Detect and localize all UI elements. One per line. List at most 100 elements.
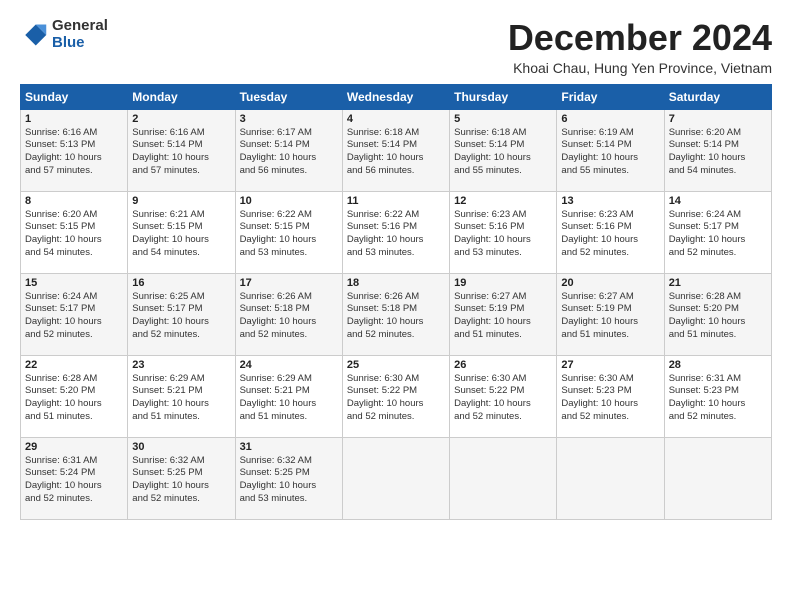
table-row: 6Sunrise: 6:19 AM Sunset: 5:14 PM Daylig… bbox=[557, 109, 664, 191]
day-info: Sunrise: 6:18 AM Sunset: 5:14 PM Dayligh… bbox=[454, 127, 552, 178]
table-row: 4Sunrise: 6:18 AM Sunset: 5:14 PM Daylig… bbox=[342, 109, 449, 191]
table-row: 16 Sunrise: 6:25 AM Sunset: 5:17 PM Dayli… bbox=[128, 273, 235, 355]
day-info: Sunrise: 6:31 AM Sunset: 5:23 PM Dayligh… bbox=[669, 373, 767, 424]
table-row: 3Sunrise: 6:17 AM Sunset: 5:14 PM Daylig… bbox=[235, 109, 342, 191]
day-info: Sunrise: 6:29 AM Sunset: 5:21 PM Dayligh… bbox=[132, 373, 230, 424]
table-row: 22 Sunrise: 6:28 AM Sunset: 5:20 PM Dayli… bbox=[21, 355, 128, 437]
table-row: 2Sunrise: 6:16 AM Sunset: 5:14 PM Daylig… bbox=[128, 109, 235, 191]
day-info: Sunrise: 6:18 AM Sunset: 5:14 PM Dayligh… bbox=[347, 127, 445, 178]
day-info: Sunrise: 6:32 AM Sunset: 5:25 PM Dayligh… bbox=[132, 455, 230, 506]
logo: General Blue bbox=[20, 18, 108, 51]
day-info: Sunrise: 6:20 AM Sunset: 5:15 PM Dayligh… bbox=[25, 209, 123, 260]
table-row: 31 Sunrise: 6:32 AM Sunset: 5:25 PM Dayli… bbox=[235, 437, 342, 519]
table-row: 7Sunrise: 6:20 AM Sunset: 5:14 PM Daylig… bbox=[664, 109, 771, 191]
day-info: Sunrise: 6:16 AM Sunset: 5:13 PM Dayligh… bbox=[25, 127, 123, 178]
day-number: 8 bbox=[25, 195, 123, 207]
calendar-week-2: 8 Sunrise: 6:20 AM Sunset: 5:15 PM Daylig… bbox=[21, 191, 772, 273]
day-number: 19 bbox=[454, 277, 552, 289]
table-row: 30 Sunrise: 6:32 AM Sunset: 5:25 PM Dayli… bbox=[128, 437, 235, 519]
day-info: Sunrise: 6:25 AM Sunset: 5:17 PM Dayligh… bbox=[132, 291, 230, 342]
day-info: Sunrise: 6:24 AM Sunset: 5:17 PM Dayligh… bbox=[669, 209, 767, 260]
day-info: Sunrise: 6:28 AM Sunset: 5:20 PM Dayligh… bbox=[669, 291, 767, 342]
day-number: 17 bbox=[240, 277, 338, 289]
table-row: 27 Sunrise: 6:30 AM Sunset: 5:23 PM Dayli… bbox=[557, 355, 664, 437]
calendar-week-5: 29Sunrise: 6:31 AM Sunset: 5:24 PM Dayli… bbox=[21, 437, 772, 519]
day-info: Sunrise: 6:27 AM Sunset: 5:19 PM Dayligh… bbox=[454, 291, 552, 342]
main-title: December 2024 bbox=[508, 18, 772, 58]
day-number: 21 bbox=[669, 277, 767, 289]
table-row: 15 Sunrise: 6:24 AM Sunset: 5:17 PM Dayli… bbox=[21, 273, 128, 355]
table-row: 28 Sunrise: 6:31 AM Sunset: 5:23 PM Dayli… bbox=[664, 355, 771, 437]
table-row: 14 Sunrise: 6:24 AM Sunset: 5:17 PM Dayli… bbox=[664, 191, 771, 273]
table-row: 19 Sunrise: 6:27 AM Sunset: 5:19 PM Dayli… bbox=[450, 273, 557, 355]
day-number: 5 bbox=[454, 113, 552, 125]
logo-general-text: General bbox=[52, 18, 108, 35]
day-info: Sunrise: 6:26 AM Sunset: 5:18 PM Dayligh… bbox=[240, 291, 338, 342]
col-thursday: Thursday bbox=[450, 84, 557, 109]
day-number: 6 bbox=[561, 113, 659, 125]
logo-icon bbox=[20, 21, 48, 49]
day-info: Sunrise: 6:30 AM Sunset: 5:22 PM Dayligh… bbox=[347, 373, 445, 424]
col-tuesday: Tuesday bbox=[235, 84, 342, 109]
day-number: 28 bbox=[669, 359, 767, 371]
day-info: Sunrise: 6:30 AM Sunset: 5:22 PM Dayligh… bbox=[454, 373, 552, 424]
calendar-table: Sunday Monday Tuesday Wednesday Thursday… bbox=[20, 84, 772, 520]
day-info: Sunrise: 6:27 AM Sunset: 5:19 PM Dayligh… bbox=[561, 291, 659, 342]
table-row bbox=[450, 437, 557, 519]
day-info: Sunrise: 6:29 AM Sunset: 5:21 PM Dayligh… bbox=[240, 373, 338, 424]
day-number: 25 bbox=[347, 359, 445, 371]
day-number: 14 bbox=[669, 195, 767, 207]
day-number: 22 bbox=[25, 359, 123, 371]
title-block: December 2024 Khoai Chau, Hung Yen Provi… bbox=[508, 18, 772, 76]
table-row bbox=[342, 437, 449, 519]
table-row: 13Sunrise: 6:23 AM Sunset: 5:16 PM Dayli… bbox=[557, 191, 664, 273]
calendar-header-row: Sunday Monday Tuesday Wednesday Thursday… bbox=[21, 84, 772, 109]
table-row: 25 Sunrise: 6:30 AM Sunset: 5:22 PM Dayli… bbox=[342, 355, 449, 437]
table-row: 26 Sunrise: 6:30 AM Sunset: 5:22 PM Dayli… bbox=[450, 355, 557, 437]
day-number: 11 bbox=[347, 195, 445, 207]
day-number: 16 bbox=[132, 277, 230, 289]
day-number: 27 bbox=[561, 359, 659, 371]
day-number: 30 bbox=[132, 441, 230, 453]
table-row: 18 Sunrise: 6:26 AM Sunset: 5:18 PM Dayli… bbox=[342, 273, 449, 355]
day-number: 26 bbox=[454, 359, 552, 371]
header: General Blue December 2024 Khoai Chau, H… bbox=[20, 18, 772, 76]
day-info: Sunrise: 6:30 AM Sunset: 5:23 PM Dayligh… bbox=[561, 373, 659, 424]
day-info: Sunrise: 6:23 AM Sunset: 5:16 PM Dayligh… bbox=[561, 209, 659, 260]
day-info: Sunrise: 6:24 AM Sunset: 5:17 PM Dayligh… bbox=[25, 291, 123, 342]
day-info: Sunrise: 6:28 AM Sunset: 5:20 PM Dayligh… bbox=[25, 373, 123, 424]
day-number: 24 bbox=[240, 359, 338, 371]
day-info: Sunrise: 6:22 AM Sunset: 5:16 PM Dayligh… bbox=[347, 209, 445, 260]
table-row: 23Sunrise: 6:29 AM Sunset: 5:21 PM Dayli… bbox=[128, 355, 235, 437]
table-row: 12Sunrise: 6:23 AM Sunset: 5:16 PM Dayli… bbox=[450, 191, 557, 273]
calendar-week-1: 1 Sunrise: 6:16 AM Sunset: 5:13 PM Daylig… bbox=[21, 109, 772, 191]
day-info: Sunrise: 6:26 AM Sunset: 5:18 PM Dayligh… bbox=[347, 291, 445, 342]
table-row: 9Sunrise: 6:21 AM Sunset: 5:15 PM Daylig… bbox=[128, 191, 235, 273]
day-info: Sunrise: 6:22 AM Sunset: 5:15 PM Dayligh… bbox=[240, 209, 338, 260]
day-number: 1 bbox=[25, 113, 123, 125]
table-row: 10Sunrise: 6:22 AM Sunset: 5:15 PM Dayli… bbox=[235, 191, 342, 273]
day-info: Sunrise: 6:32 AM Sunset: 5:25 PM Dayligh… bbox=[240, 455, 338, 506]
page: General Blue December 2024 Khoai Chau, H… bbox=[0, 0, 792, 530]
day-info: Sunrise: 6:17 AM Sunset: 5:14 PM Dayligh… bbox=[240, 127, 338, 178]
col-sunday: Sunday bbox=[21, 84, 128, 109]
day-number: 15 bbox=[25, 277, 123, 289]
day-number: 18 bbox=[347, 277, 445, 289]
table-row bbox=[557, 437, 664, 519]
day-number: 31 bbox=[240, 441, 338, 453]
logo-text: General Blue bbox=[52, 18, 108, 51]
table-row: 21 Sunrise: 6:28 AM Sunset: 5:20 PM Dayli… bbox=[664, 273, 771, 355]
col-wednesday: Wednesday bbox=[342, 84, 449, 109]
table-row: 20Sunrise: 6:27 AM Sunset: 5:19 PM Dayli… bbox=[557, 273, 664, 355]
calendar-week-3: 15 Sunrise: 6:24 AM Sunset: 5:17 PM Dayli… bbox=[21, 273, 772, 355]
day-number: 12 bbox=[454, 195, 552, 207]
table-row: 17 Sunrise: 6:26 AM Sunset: 5:18 PM Dayli… bbox=[235, 273, 342, 355]
subtitle: Khoai Chau, Hung Yen Province, Vietnam bbox=[508, 60, 772, 76]
logo-blue-text: Blue bbox=[52, 35, 108, 52]
day-number: 29 bbox=[25, 441, 123, 453]
col-friday: Friday bbox=[557, 84, 664, 109]
calendar-week-4: 22 Sunrise: 6:28 AM Sunset: 5:20 PM Dayli… bbox=[21, 355, 772, 437]
day-info: Sunrise: 6:16 AM Sunset: 5:14 PM Dayligh… bbox=[132, 127, 230, 178]
col-monday: Monday bbox=[128, 84, 235, 109]
table-row: 29Sunrise: 6:31 AM Sunset: 5:24 PM Dayli… bbox=[21, 437, 128, 519]
